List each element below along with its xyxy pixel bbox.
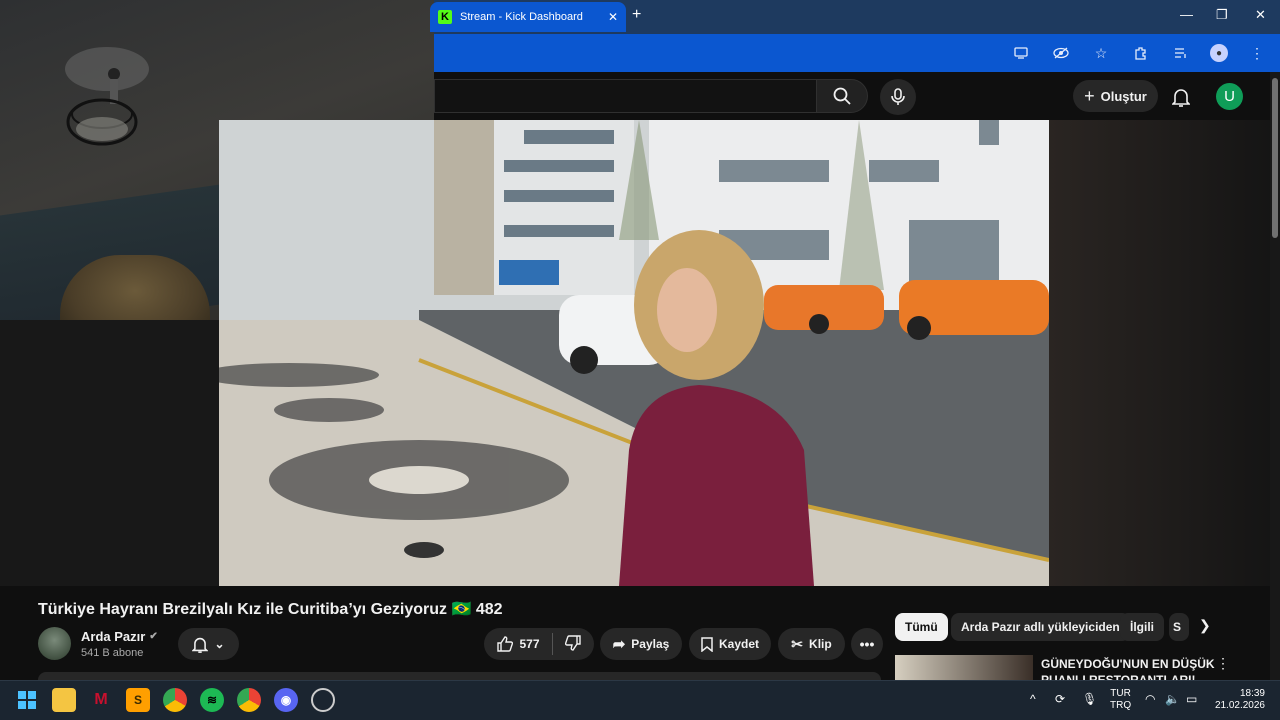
bookmark-icon — [701, 636, 713, 652]
description-box[interactable] — [38, 672, 881, 680]
video-player-right-margin — [1049, 120, 1280, 586]
tray-overflow-icon[interactable]: ^ — [1030, 692, 1036, 706]
save-label: Kaydet — [718, 637, 759, 651]
create-label: Oluştur — [1100, 88, 1147, 104]
obs-icon[interactable] — [311, 688, 335, 712]
more-horizontal-icon: ••• — [859, 636, 875, 652]
cast-icon[interactable] — [1010, 42, 1032, 64]
tab-title: Stream - Kick Dashboard — [460, 11, 583, 23]
new-tab-button[interactable]: + — [632, 6, 641, 24]
video-player-left-margin — [0, 320, 219, 586]
scissors-icon: ✂ — [791, 635, 804, 652]
clip-button[interactable]: ✂ Klip — [778, 628, 845, 660]
kick-logo-icon: K — [438, 10, 452, 24]
more-actions-button[interactable]: ••• — [851, 628, 883, 660]
input-language[interactable]: TUR TRQ — [1110, 688, 1131, 712]
menu-kebab-icon[interactable]: ⋮ — [1246, 42, 1268, 64]
recommended-video-title[interactable]: GÜNEYDOĞU'NUN EN DÜŞÜK PUANLI RESTORANTL… — [1041, 656, 1221, 680]
close-window-button[interactable]: ✕ — [1255, 7, 1266, 23]
video-title: Türkiye Hayranı Brezilyalı Kız ile Curit… — [38, 601, 503, 618]
language-code: TUR — [1110, 688, 1131, 699]
notifications-button[interactable] — [1168, 84, 1194, 110]
ceiling-lamp-image — [65, 47, 149, 146]
chip-partial[interactable]: S — [1169, 613, 1189, 641]
start-menu-icon[interactable] — [15, 688, 39, 712]
verified-icon: ✔ — [149, 631, 158, 642]
chrome-profile-icon[interactable] — [237, 688, 261, 712]
recommended-video-thumbnail[interactable] — [895, 655, 1033, 680]
sublime-text-icon[interactable]: S — [126, 688, 150, 712]
video-player[interactable] — [219, 120, 1049, 586]
discord-icon[interactable]: ◉ — [274, 688, 298, 712]
subscription-notifications-button[interactable]: ⌄ — [178, 628, 239, 660]
chevron-down-icon: ⌄ — [214, 637, 225, 651]
bookmark-star-icon[interactable]: ☆ — [1090, 42, 1112, 64]
save-button[interactable]: Kaydet — [689, 628, 771, 660]
microphone-icon[interactable]: 🎙 — [1082, 692, 1097, 706]
account-avatar[interactable]: U — [1216, 83, 1243, 110]
browser-tab[interactable]: K Stream - Kick Dashboard ✕ — [430, 2, 626, 32]
chip-related[interactable]: İlgili — [1120, 613, 1164, 641]
dislike-button[interactable] — [564, 634, 581, 654]
video-frame-image — [219, 120, 1049, 586]
battery-icon[interactable]: ▭ — [1186, 692, 1197, 706]
search-button[interactable] — [816, 79, 868, 113]
share-icon: ➦ — [612, 636, 626, 653]
channel-avatar[interactable] — [38, 627, 71, 660]
bell-icon — [1172, 89, 1190, 107]
thumbs-down-icon — [564, 634, 581, 651]
clip-label: Klip — [809, 637, 832, 651]
search-icon — [833, 87, 851, 105]
like-button[interactable]: 577 — [497, 636, 540, 652]
address-bar: ☆ ● ⋮ — [434, 34, 1280, 72]
system-clock[interactable]: 18:39 21.02.2026 — [1213, 688, 1265, 712]
media-queue-icon[interactable] — [1170, 42, 1192, 64]
bell-icon — [192, 637, 209, 653]
profile-avatar-icon[interactable]: ● — [1210, 44, 1228, 62]
like-dislike-bar: 577 — [484, 628, 594, 660]
channel-name[interactable]: Arda Pazır — [81, 629, 145, 644]
tab-close-icon[interactable]: ✕ — [608, 10, 618, 24]
eye-off-icon[interactable] — [1050, 42, 1072, 64]
mcafee-icon[interactable]: M — [89, 688, 113, 712]
minimize-button[interactable]: — — [1180, 7, 1193, 22]
plus-icon: + — [1084, 85, 1095, 106]
extensions-icon[interactable] — [1130, 42, 1152, 64]
clock-time: 18:39 — [1239, 688, 1265, 699]
microphone-icon — [891, 88, 905, 105]
chip-all[interactable]: Tümü — [895, 613, 948, 641]
chip-from-uploader[interactable]: Arda Pazır adlı yükleyiciden — [951, 613, 1130, 641]
subscriber-count: 541 B abone — [81, 647, 144, 659]
search-input[interactable] — [434, 79, 816, 113]
create-button[interactable]: + Oluştur — [1073, 80, 1158, 112]
channel-name-row[interactable]: Arda Pazır ✔ — [81, 629, 158, 644]
recommended-video-menu-icon[interactable]: ⋮ — [1216, 655, 1230, 672]
chrome-icon[interactable] — [163, 688, 187, 712]
like-count: 577 — [519, 637, 540, 651]
share-button[interactable]: ➦ Paylaş — [600, 628, 682, 660]
voice-search-button[interactable] — [880, 79, 916, 115]
page-scrollbar-thumb[interactable] — [1272, 78, 1278, 238]
like-divider — [551, 633, 553, 655]
thumbs-up-icon — [497, 636, 514, 652]
clock-date: 21.02.2026 — [1214, 700, 1265, 711]
keyboard-layout: TRQ — [1110, 700, 1132, 711]
wifi-icon[interactable]: ◠ — [1145, 692, 1155, 706]
file-explorer-icon[interactable] — [52, 688, 76, 712]
share-label: Paylaş — [631, 637, 670, 651]
spotify-icon[interactable]: ≋ — [200, 688, 224, 712]
maximize-button[interactable]: ❐ — [1216, 7, 1228, 23]
sync-icon[interactable]: ⟳ — [1055, 692, 1065, 706]
chevron-right-icon[interactable]: ❯ — [1199, 617, 1211, 634]
volume-icon[interactable]: 🔈 — [1165, 692, 1180, 706]
